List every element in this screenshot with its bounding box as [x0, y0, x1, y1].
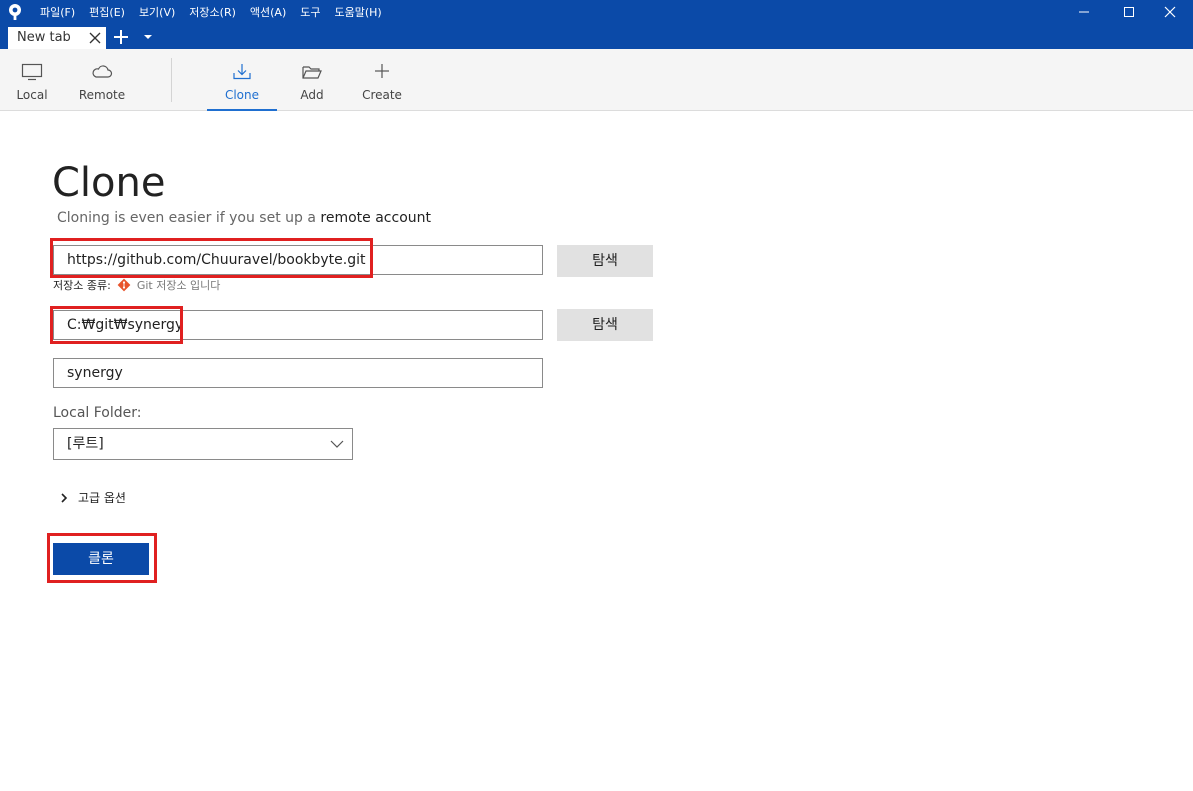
subtitle: Cloning is even easier if you set up a r… [57, 210, 431, 226]
page-title: Clone [52, 160, 166, 206]
menu-file[interactable]: 파일(F) [40, 4, 75, 20]
local-folder-select[interactable]: [루트] [53, 428, 353, 460]
repo-type-info: 저장소 종류: Git 저장소 입니다 [53, 277, 220, 293]
title-bar: 파일(F) 편집(E) 보기(V) 저장소(R) 액션(A) 도구 도움말(H) [0, 0, 1193, 24]
source-url-input[interactable]: https://github.com/Chuuravel/bookbyte.gi… [53, 245, 543, 275]
cloud-icon [92, 65, 113, 78]
toolbar-add-label: Add [300, 88, 324, 102]
local-folder-value: [루트] [67, 436, 104, 452]
git-icon [117, 278, 131, 292]
browse-destination-button[interactable]: 탐색 [557, 309, 653, 341]
menu-view[interactable]: 보기(V) [139, 4, 175, 20]
menu-bar: 파일(F) 편집(E) 보기(V) 저장소(R) 액션(A) 도구 도움말(H) [40, 0, 396, 24]
menu-edit[interactable]: 편집(E) [89, 4, 125, 20]
download-icon [233, 64, 251, 80]
maximize-icon [1124, 7, 1134, 17]
menu-tools[interactable]: 도구 [300, 4, 320, 20]
menu-repository[interactable]: 저장소(R) [189, 4, 236, 20]
toolbar-create-label: Create [362, 88, 402, 102]
tab-list-dropdown-icon[interactable] [143, 33, 153, 41]
minimize-button[interactable] [1061, 0, 1107, 24]
toolbar-remote-label: Remote [78, 88, 126, 102]
sourcetree-logo-icon [9, 4, 21, 20]
chevron-right-icon [61, 492, 68, 503]
toolbar-local-label: Local [16, 88, 48, 102]
active-indicator [207, 109, 277, 111]
toolbar-add[interactable]: Add [284, 49, 340, 111]
browse-source-button[interactable]: 탐색 [557, 245, 653, 277]
toolbar-remote[interactable]: Remote [72, 49, 132, 111]
remote-account-link[interactable]: remote account [320, 210, 431, 226]
toolbar-separator [171, 58, 172, 102]
maximize-button[interactable] [1106, 0, 1152, 24]
tab-label: New tab [17, 30, 71, 45]
menu-actions[interactable]: 액션(A) [250, 4, 286, 20]
repo-name-input[interactable]: synergy [53, 358, 543, 388]
destination-path-input[interactable]: C:₩git₩synergy [53, 310, 543, 340]
subtitle-text: Cloning is even easier if you set up a [57, 210, 316, 226]
repo-type-value: Git 저장소 입니다 [136, 279, 221, 292]
toolbar-clone[interactable]: Clone [207, 49, 277, 111]
advanced-options-toggle[interactable]: 고급 옵션 [60, 489, 126, 506]
plus-icon [375, 64, 389, 78]
close-icon [1164, 6, 1176, 18]
tab-strip: New tab [0, 24, 1193, 49]
toolbar-clone-label: Clone [224, 88, 260, 102]
menu-help[interactable]: 도움말(H) [335, 4, 382, 20]
close-window-button[interactable] [1147, 0, 1193, 24]
folder-open-icon [302, 66, 322, 79]
advanced-options-label: 고급 옵션 [78, 491, 126, 505]
tab-close-icon[interactable] [88, 31, 102, 45]
repo-type-label: 저장소 종류: [53, 279, 111, 292]
tab-new-tab[interactable]: New tab [8, 27, 106, 49]
add-tab-icon[interactable] [112, 28, 130, 46]
clone-button[interactable]: 클론 [53, 543, 149, 575]
chevron-down-icon [330, 440, 344, 448]
toolbar: Local Remote Clone Add Create [0, 49, 1193, 111]
monitor-icon [21, 63, 43, 81]
toolbar-create[interactable]: Create [352, 49, 412, 111]
toolbar-local[interactable]: Local [4, 49, 60, 111]
minimize-icon [1079, 11, 1089, 13]
local-folder-label: Local Folder: [53, 405, 142, 421]
